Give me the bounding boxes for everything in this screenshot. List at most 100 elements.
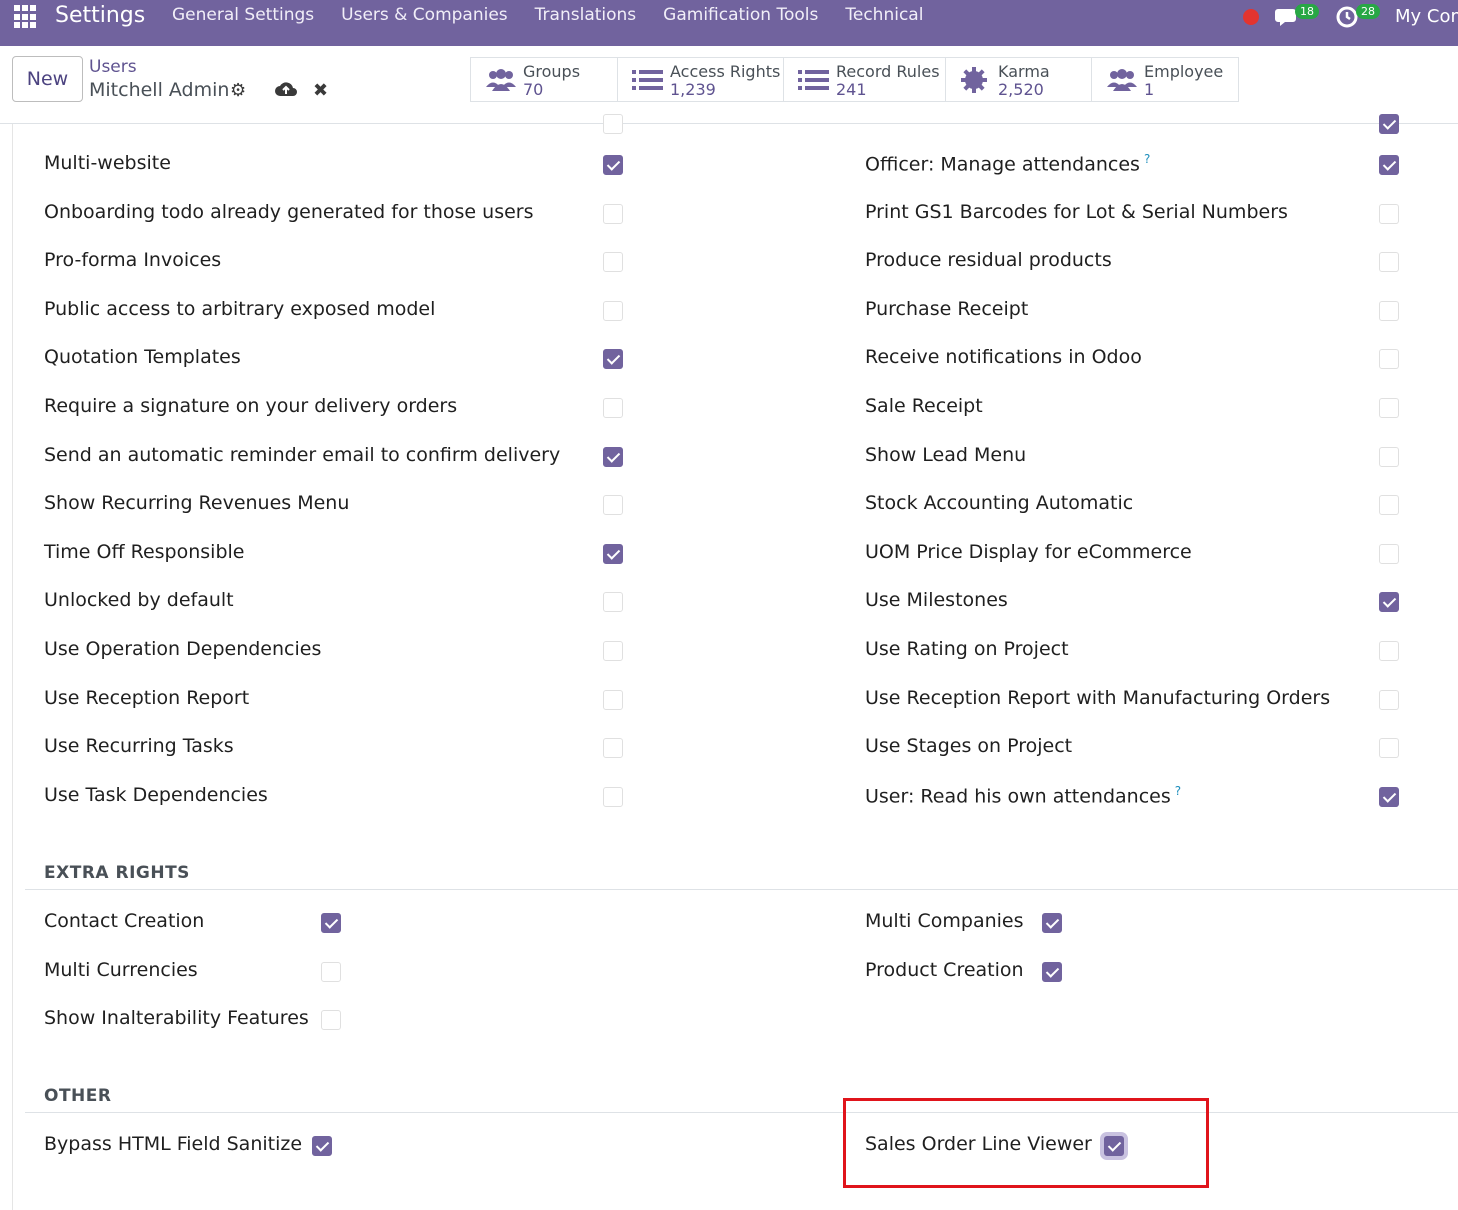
gear-icon[interactable]: ⚙ [230, 80, 246, 101]
checkbox-contact-creation[interactable] [321, 913, 341, 933]
permission-label-contact-creation: Contact Creation [44, 910, 204, 932]
checkbox-use-stages-on-project[interactable] [1379, 738, 1399, 759]
checkbox-user-read-his-own-attendances[interactable] [1379, 786, 1399, 807]
checkbox-show-inalterability-features[interactable] [321, 1010, 341, 1031]
permission-label-text: UOM Price Display for eCommerce [865, 540, 1192, 563]
checkbox-stock-accounting-automatic[interactable] [1379, 495, 1399, 516]
checkbox-unlocked-by-default[interactable] [603, 592, 623, 613]
main-menu: General Settings Users & Companies Trans… [172, 5, 950, 25]
checkbox-use-reception-report[interactable] [603, 689, 623, 710]
permission-label-text: Produce residual products [865, 249, 1112, 272]
checkbox-onboarding-todo-already-generated-for-those-users[interactable] [603, 203, 623, 224]
checkbox-use-operation-dependencies[interactable] [603, 641, 623, 661]
checkbox-print-gs1-barcodes-for-lot-serial-numbers[interactable] [1379, 203, 1399, 224]
checkbox-uom-price-display-for-ecommerce[interactable] [1379, 543, 1399, 564]
app-brand[interactable]: Settings [55, 3, 145, 28]
section-divider [25, 889, 1458, 890]
checkbox-use-rating-on-project[interactable] [1379, 641, 1399, 661]
company-switcher[interactable]: My Com [1395, 6, 1458, 27]
permission-label-text: Officer: Manage attendances [865, 153, 1140, 176]
apps-menu-icon[interactable] [14, 5, 38, 29]
permission-label-require-a-signature-on-your-delivery-orders: Require a signature on your delivery ord… [44, 395, 457, 417]
permission-label-purchase-receipt: Purchase Receipt [865, 298, 1028, 320]
breadcrumb-users[interactable]: Users [89, 57, 137, 77]
permission-label-use-reception-report: Use Reception Report [44, 687, 249, 709]
checkbox-multi-website[interactable] [603, 155, 623, 175]
checkbox-quotation-templates[interactable] [603, 349, 623, 370]
checkbox-show-recurring-revenues-menu[interactable] [603, 495, 623, 516]
permission-label-user-read-his-own-attendances: User: Read his own attendances? [865, 784, 1181, 807]
permission-label-use-stages-on-project: Use Stages on Project [865, 735, 1072, 757]
stat-access-rights[interactable]: Access Rights 1,239 [618, 58, 784, 101]
checkbox-hidden-top-right[interactable] [1379, 114, 1399, 134]
help-tooltip-icon[interactable]: ? [1144, 152, 1150, 166]
permission-label-text: Pro-forma Invoices [44, 249, 222, 272]
permission-label-text: Purchase Receipt [865, 297, 1029, 320]
menu-technical[interactable]: Technical [845, 5, 923, 25]
stat-record-rules[interactable]: Record Rules 241 [784, 58, 946, 101]
checkbox-bypass-html-field-sanitize[interactable] [312, 1136, 332, 1156]
stat-karma[interactable]: Karma 2,520 [946, 58, 1092, 101]
checkbox-hidden-top-left[interactable] [603, 114, 623, 134]
permission-label-text: User: Read his own attendances [865, 785, 1171, 808]
checkbox-purchase-receipt[interactable] [1379, 300, 1399, 321]
checkbox-require-a-signature-on-your-delivery-orders[interactable] [603, 398, 623, 418]
permission-label-show-recurring-revenues-menu: Show Recurring Revenues Menu [44, 492, 349, 514]
checkbox-multi-companies[interactable] [1042, 913, 1062, 933]
permission-label-time-off-responsible: Time Off Responsible [44, 541, 245, 563]
checkbox-show-lead-menu[interactable] [1379, 446, 1399, 467]
messages-button[interactable]: 18 [1275, 4, 1319, 30]
permission-label-unlocked-by-default: Unlocked by default [44, 589, 234, 611]
permission-label-receive-notifications-in-odoo: Receive notifications in Odoo [865, 346, 1142, 368]
checkbox-officer-manage-attendances[interactable] [1379, 155, 1399, 175]
new-button[interactable]: New [12, 56, 83, 102]
permission-label-text: Use Milestones [865, 589, 1008, 612]
stat-groups[interactable]: Groups 70 [471, 58, 618, 101]
menu-gamification-tools[interactable]: Gamification Tools [663, 5, 818, 25]
permission-label-pro-forma-invoices: Pro-forma Invoices [44, 249, 221, 271]
checkbox-receive-notifications-in-odoo[interactable] [1379, 349, 1399, 370]
permission-label-use-rating-on-project: Use Rating on Project [865, 638, 1069, 660]
menu-translations[interactable]: Translations [535, 5, 637, 25]
menu-general-settings[interactable]: General Settings [172, 5, 314, 25]
checkbox-pro-forma-invoices[interactable] [603, 252, 623, 273]
section-divider [25, 1112, 1458, 1113]
discard-close-icon[interactable]: ✖ [313, 80, 328, 101]
permission-label-sale-receipt: Sale Receipt [865, 395, 983, 417]
checkbox-public-access-to-arbitrary-exposed-model[interactable] [603, 300, 623, 321]
permission-label-text: Stock Accounting Automatic [865, 492, 1134, 515]
menu-users-companies[interactable]: Users & Companies [341, 5, 508, 25]
checkbox-sale-receipt[interactable] [1379, 398, 1399, 418]
checkbox-use-milestones[interactable] [1379, 592, 1399, 613]
checkbox-multi-currencies[interactable] [321, 961, 341, 982]
highlight-annotation-box [843, 1098, 1209, 1188]
help-tooltip-icon[interactable]: ? [1175, 784, 1181, 798]
checkbox-send-an-automatic-reminder-email-to-confirm-delivery[interactable] [603, 446, 623, 467]
permission-label-officer-manage-attendances: Officer: Manage attendances? [865, 152, 1150, 175]
section-title-extra-rights: EXTRA RIGHTS [44, 863, 190, 883]
checkbox-use-task-dependencies[interactable] [603, 786, 623, 807]
permission-label-quotation-templates: Quotation Templates [44, 346, 241, 368]
checkbox-produce-residual-products[interactable] [1379, 252, 1399, 273]
smart-buttons: Groups 70 Access Rights 1,239 Record Rul… [470, 57, 1239, 102]
activities-badge: 28 [1356, 4, 1380, 19]
activities-button[interactable]: 28 [1336, 4, 1380, 30]
permission-label-multi-companies: Multi Companies [865, 910, 1024, 932]
stat-employee[interactable]: Employee 1 [1092, 58, 1238, 101]
permission-label-use-operation-dependencies: Use Operation Dependencies [44, 638, 321, 660]
permission-label-produce-residual-products: Produce residual products [865, 249, 1112, 271]
checkbox-product-creation[interactable] [1042, 961, 1062, 982]
permission-label-text: Send an automatic reminder email to conf… [44, 443, 561, 466]
permission-label-stock-accounting-automatic: Stock Accounting Automatic [865, 492, 1133, 514]
checkbox-time-off-responsible[interactable] [603, 543, 623, 564]
permission-label-text: Bypass HTML Field Sanitize [44, 1133, 303, 1155]
section-title-other: OTHER [44, 1086, 112, 1106]
list-icon [632, 70, 663, 90]
permission-label-text: Product Creation [865, 958, 1024, 981]
checkbox-use-reception-report-with-manufacturing-orders[interactable] [1379, 689, 1399, 710]
permission-label-text: Multi Currencies [44, 958, 198, 981]
save-cloud-icon[interactable] [274, 80, 298, 103]
permission-label-use-milestones: Use Milestones [865, 589, 1008, 611]
checkbox-use-recurring-tasks[interactable] [603, 738, 623, 759]
permission-label-text: Use Stages on Project [865, 735, 1073, 758]
